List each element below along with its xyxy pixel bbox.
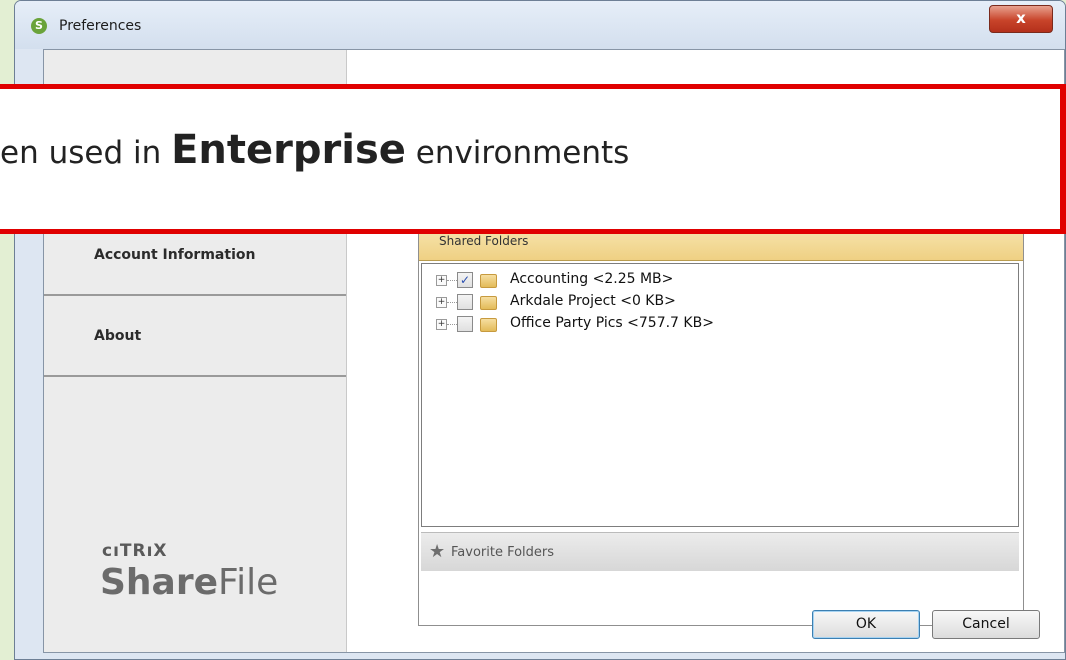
tree-connector <box>447 324 457 325</box>
folder-icon <box>480 318 497 332</box>
sharefile-logo-light: File <box>218 562 279 603</box>
tree-row-accounting[interactable]: + ✓ Accounting <2.25 MB> <box>430 270 990 292</box>
folder-name: Accounting <2.25 MB> <box>510 271 674 287</box>
close-button[interactable]: x <box>989 5 1053 33</box>
folder-checkbox-arkdale-project[interactable] <box>457 294 473 310</box>
sidebar-item-label: About <box>94 328 142 344</box>
banner-emphasis: Enterprise <box>171 127 406 173</box>
caption-banner: en used in Enterprise environments <box>0 84 1066 234</box>
folder-icon <box>480 274 497 288</box>
ok-button[interactable]: OK <box>812 610 920 639</box>
sidebar-item-about[interactable]: About <box>44 296 346 377</box>
tree-connector <box>447 302 457 303</box>
folder-tree: + ✓ Accounting <2.25 MB> + Arkdale Proje… <box>421 263 1019 527</box>
window-title: Preferences <box>59 18 142 34</box>
folder-name: Arkdale Project <0 KB> <box>510 293 676 309</box>
favorite-folders-label: Favorite Folders <box>451 545 555 560</box>
citrix-logo: cıTRıX <box>102 541 168 561</box>
sharefile-app-icon: S <box>31 18 47 34</box>
star-icon: ★ <box>429 541 446 562</box>
cancel-button[interactable]: Cancel <box>932 610 1040 639</box>
favorite-folders-bar[interactable]: ★ Favorite Folders <box>421 532 1019 571</box>
close-icon: x <box>1016 9 1026 27</box>
tree-row-arkdale-project[interactable]: + Arkdale Project <0 KB> <box>430 292 990 314</box>
banner-edge <box>1060 89 1066 229</box>
banner-prefix: en used in <box>0 135 172 171</box>
folder-checkbox-accounting[interactable]: ✓ <box>457 272 473 288</box>
banner-caption: en used in Enterprise environments <box>0 127 629 173</box>
sharefile-logo-bold: Share <box>100 562 219 603</box>
shared-folders-header-label: Shared Folders <box>439 234 529 248</box>
tree-row-office-party-pics[interactable]: + Office Party Pics <757.7 KB> <box>430 314 990 336</box>
folder-icon <box>480 296 497 310</box>
title-bar: S Preferences x <box>15 1 1065 49</box>
expand-icon[interactable]: + <box>436 319 447 330</box>
expand-icon[interactable]: + <box>436 275 447 286</box>
banner-suffix: environments <box>405 135 630 171</box>
folder-name: Office Party Pics <757.7 KB> <box>510 315 714 331</box>
sidebar-item-label: Account Information <box>94 247 256 263</box>
folder-checkbox-office-party-pics[interactable] <box>457 316 473 332</box>
expand-icon[interactable]: + <box>436 297 447 308</box>
tree-connector <box>447 280 457 281</box>
shared-folders-panel: Shared Folders + ✓ Accounting <2.25 MB> … <box>418 221 1024 626</box>
sharefile-logo: ShareFile <box>100 562 278 603</box>
